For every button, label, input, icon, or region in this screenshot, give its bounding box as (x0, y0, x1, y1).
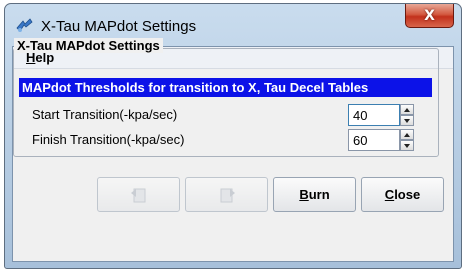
close-icon: X (424, 7, 435, 24)
close-button-label: lose (394, 187, 421, 202)
window-close-button[interactable]: X (405, 4, 454, 28)
finish-transition-label: Finish Transition(-kpa/sec) (32, 132, 185, 147)
app-icon (16, 18, 33, 32)
burn-button[interactable]: Burn (273, 177, 356, 212)
arrow-down-icon (404, 143, 410, 148)
finish-transition-input[interactable] (348, 129, 400, 151)
settings-window: X-Tau MAPdot Settings X Help X-Tau MAPdo… (4, 3, 462, 269)
redo-button[interactable] (185, 177, 268, 212)
arrow-up-icon (404, 107, 410, 112)
redo-icon (220, 188, 235, 202)
finish-transition-spin-buttons (400, 129, 414, 151)
start-transition-spinner (348, 104, 414, 126)
arrow-down-icon (404, 118, 410, 123)
start-transition-decrement[interactable] (400, 115, 414, 126)
finish-transition-decrement[interactable] (400, 140, 414, 151)
start-transition-spin-buttons (400, 104, 414, 126)
start-transition-input[interactable] (348, 104, 400, 126)
undo-icon (130, 188, 145, 202)
close-button[interactable]: Close (361, 177, 444, 212)
start-transition-increment[interactable] (400, 104, 414, 115)
undo-button[interactable] (97, 177, 180, 212)
thresholds-header: MAPdot Thresholds for transition to X, T… (19, 78, 432, 97)
window-title: X-Tau MAPdot Settings (41, 18, 197, 35)
start-transition-label: Start Transition(-kpa/sec) (32, 107, 178, 122)
burn-button-mnemonic: B (299, 187, 309, 202)
close-button-mnemonic: C (384, 187, 395, 202)
group-title: X-Tau MAPdot Settings (14, 38, 163, 53)
finish-transition-spinner (348, 129, 414, 151)
finish-transition-increment[interactable] (400, 129, 414, 140)
arrow-up-icon (404, 132, 410, 137)
burn-button-label: urn (308, 187, 330, 202)
